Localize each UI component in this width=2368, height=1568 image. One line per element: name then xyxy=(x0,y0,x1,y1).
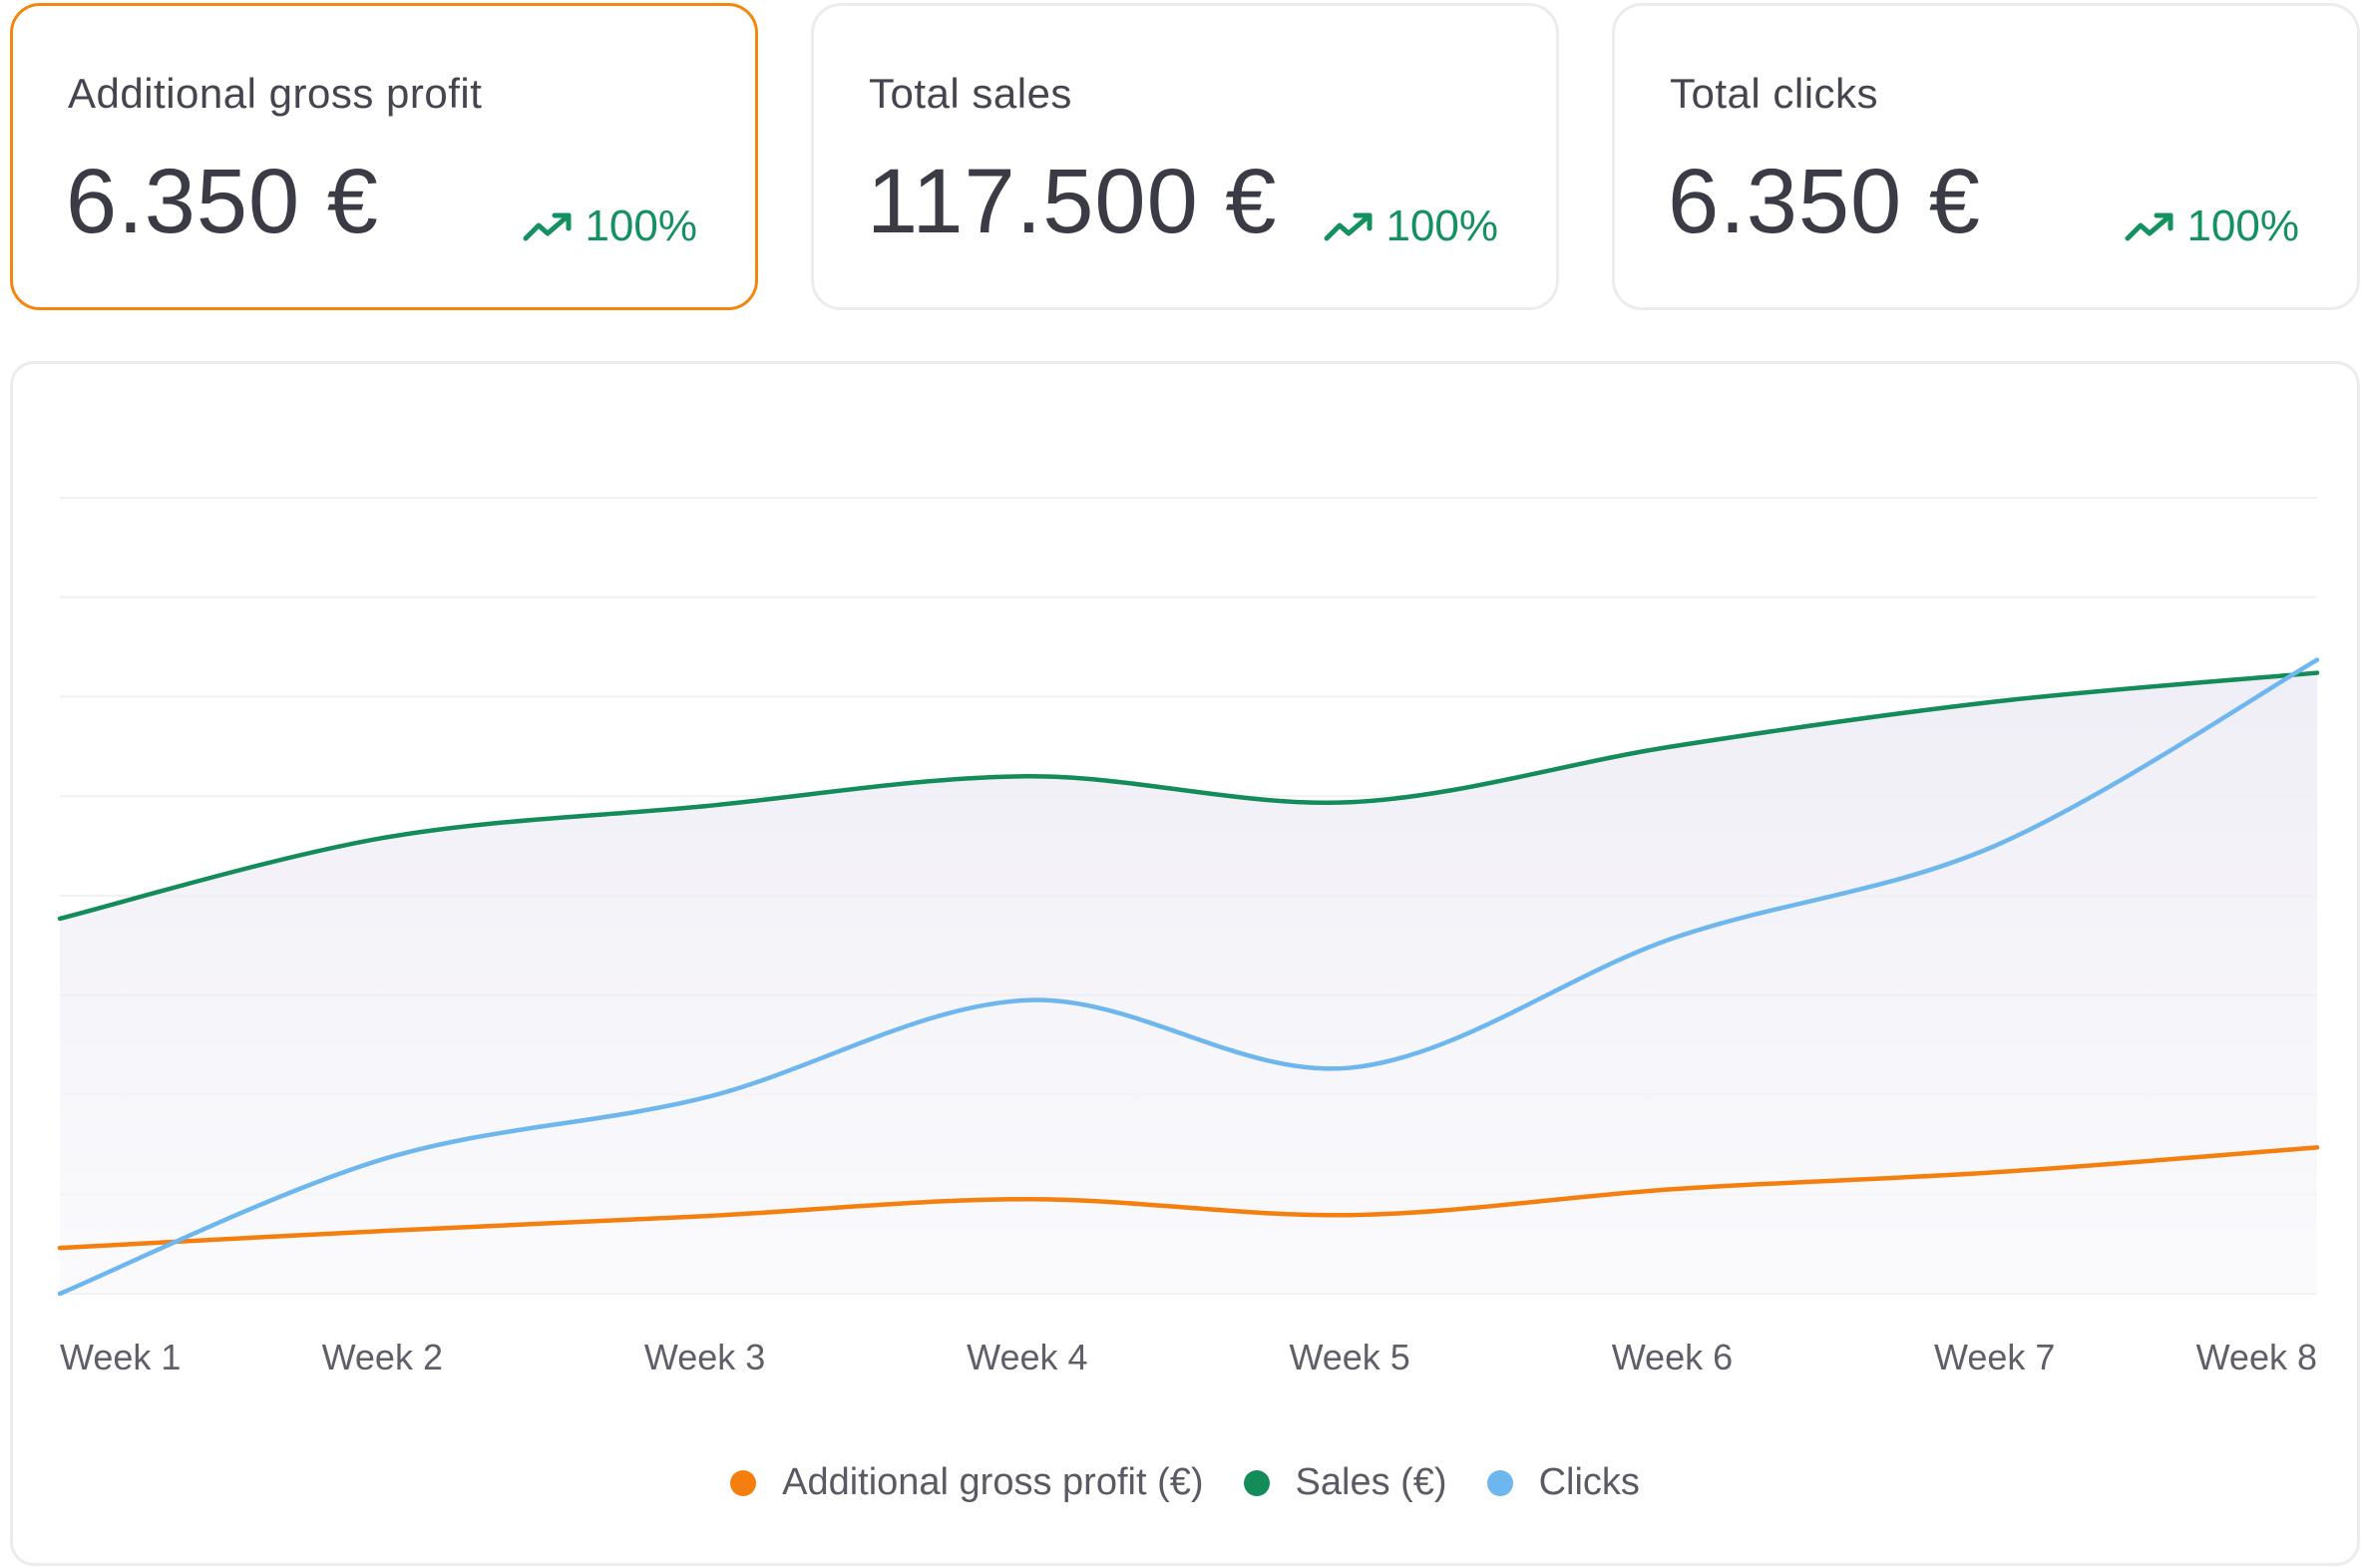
x-tick-label: Week 1 xyxy=(60,1337,181,1377)
kpi-label: Additional gross profit xyxy=(68,70,483,117)
line-chart: Week 1 Week 2 Week 3 Week 4 Week 5 Week 6 Week… xyxy=(57,497,2320,1377)
legend-item-sales[interactable]: Sales (€) xyxy=(1243,1461,1447,1504)
legend-dot-profit xyxy=(730,1469,757,1496)
kpi-change: 100% xyxy=(1385,201,1498,250)
kpi-trend: 100% xyxy=(2125,201,2299,251)
x-tick-label: Week 2 xyxy=(322,1337,443,1377)
legend-dot-clicks xyxy=(1486,1469,1513,1496)
x-tick-label: Week 3 xyxy=(644,1337,765,1377)
legend-label: Additional gross profit (€) xyxy=(782,1461,1204,1503)
x-tick-label: Week 6 xyxy=(1612,1337,1733,1377)
x-tick-label: Week 5 xyxy=(1289,1337,1409,1377)
kpi-card-additional-gross-profit[interactable]: Additional gross profit 6.350 € 100% xyxy=(10,3,758,310)
x-tick-label: Week 8 xyxy=(2196,1337,2317,1377)
trending-up-icon xyxy=(1324,212,1373,241)
chart-legend: Additional gross profit (€) Sales (€) Cl… xyxy=(13,1461,2357,1504)
chart-card: Week 1 Week 2 Week 3 Week 4 Week 5 Week 6 Week… xyxy=(10,361,2360,1566)
kpi-value: 6.350 € xyxy=(66,151,379,252)
kpi-change: 100% xyxy=(2186,201,2299,250)
kpi-value: 117.500 € xyxy=(867,151,1278,252)
trending-up-icon xyxy=(523,212,572,241)
x-axis-ticks: Week 1 Week 2 Week 3 Week 4 Week 5 Week 6 Week… xyxy=(60,1337,2317,1377)
x-tick-label: Week 4 xyxy=(967,1337,1087,1377)
kpi-trend: 100% xyxy=(523,201,697,251)
legend-label: Clicks xyxy=(1538,1461,1640,1503)
legend-label: Sales (€) xyxy=(1295,1461,1447,1503)
kpi-row: Additional gross profit 6.350 € 100% Tot… xyxy=(10,3,2360,314)
legend-item-profit[interactable]: Additional gross profit (€) xyxy=(730,1461,1204,1504)
legend-dot-sales xyxy=(1243,1469,1270,1496)
kpi-value: 6.350 € xyxy=(1668,151,1981,252)
kpi-card-total-clicks[interactable]: Total clicks 6.350 € 100% xyxy=(1612,3,2360,310)
trending-up-icon xyxy=(2125,212,2173,241)
kpi-change: 100% xyxy=(585,201,697,250)
kpi-label: Total sales xyxy=(869,70,1072,117)
kpi-label: Total clicks xyxy=(1670,70,1879,117)
area-fill xyxy=(60,672,2317,1294)
sales-area xyxy=(60,672,2317,1294)
kpi-card-total-sales[interactable]: Total sales 117.500 € 100% xyxy=(811,3,1559,310)
legend-item-clicks[interactable]: Clicks xyxy=(1486,1461,1640,1504)
x-tick-label: Week 7 xyxy=(1934,1337,2055,1377)
kpi-trend: 100% xyxy=(1324,201,1498,251)
